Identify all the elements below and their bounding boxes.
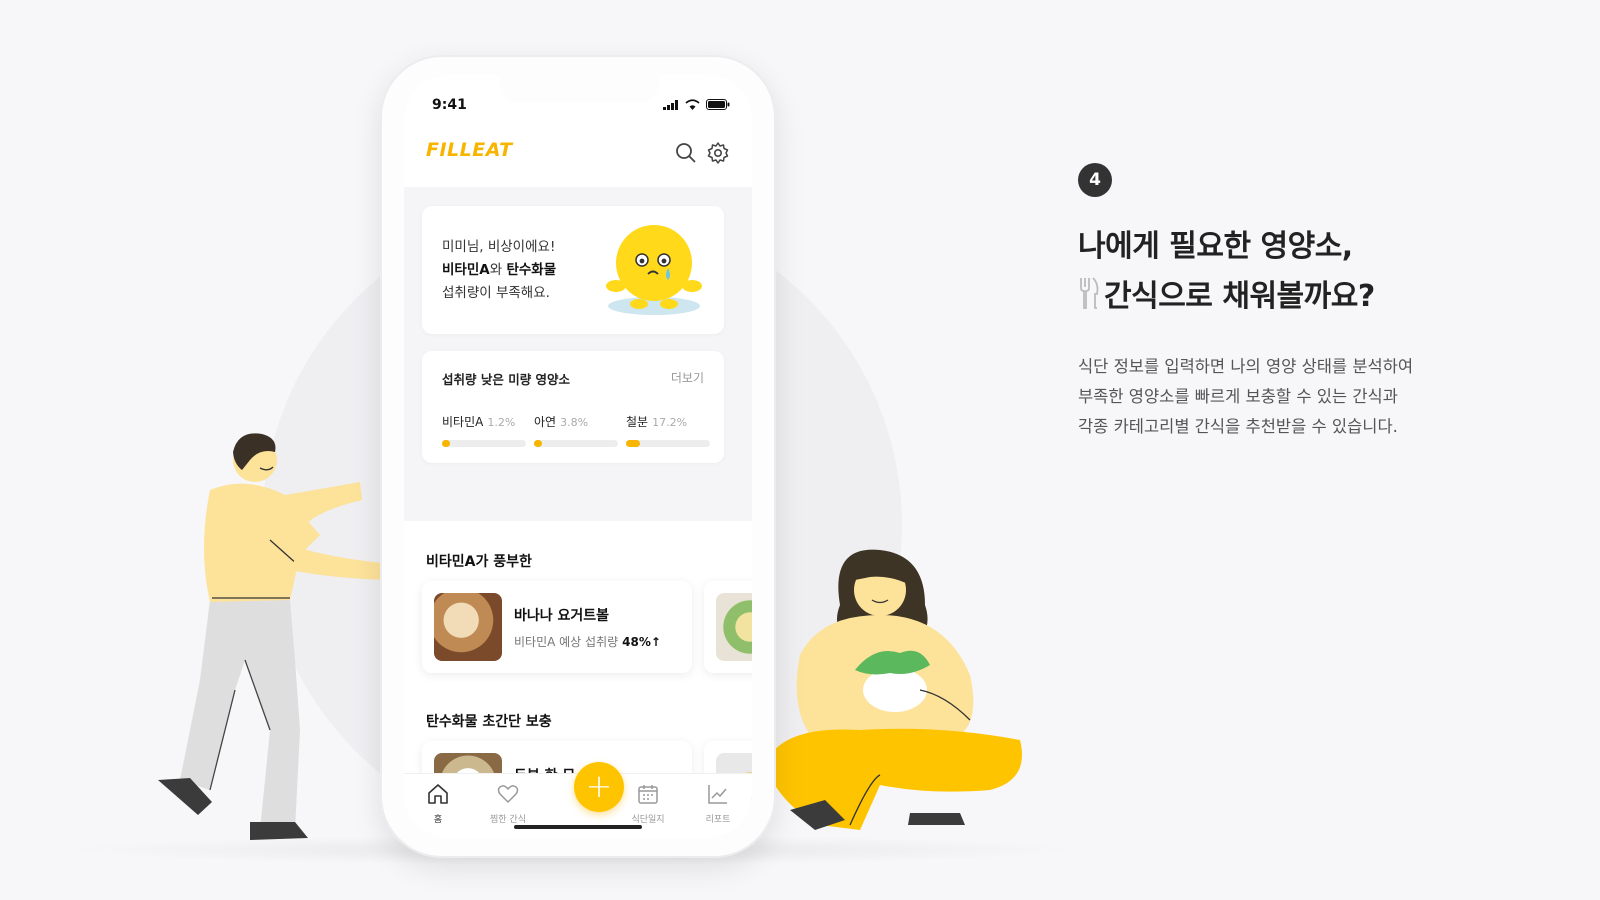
calendar-icon <box>638 785 658 804</box>
description: 식단 정보를 입력하면 나의 영양 상태를 분석하여 부족한 영양소를 빠르게 … <box>1078 357 1414 436</box>
alert-message: 미미님, 비상이에요! 비타민A와 탄수화물 섭취량이 부족해요. <box>442 239 557 301</box>
more-link[interactable]: 더보기 <box>671 369 704 386</box>
tab-diet-diary[interactable]: 식단일지 <box>618 782 678 825</box>
food-card-next[interactable] <box>704 581 752 673</box>
food-name: 바나나 요거트볼 <box>514 608 610 624</box>
fork-knife-icon <box>1080 277 1099 309</box>
food-nutrient-value: 48%↑ <box>622 635 661 649</box>
phone-mockup: 9:41 FILLEAT 미미님, 비상이에요! 비타민A와 탄수화물 섭취량이… <box>380 55 776 858</box>
deficient-nutrients-card: 섭취량 낮은 미량 영양소 더보기 비타민A 1.2% 아연 3.8% 철분 17.2… <box>422 351 724 463</box>
signal-icon <box>663 100 678 110</box>
food-thumbnail <box>434 593 502 661</box>
nutrient-progress-bar <box>534 440 618 447</box>
nutrient-progress-bar <box>626 440 710 447</box>
heart-icon <box>497 785 519 803</box>
alert-nutrient-a: 비타민A <box>442 262 490 278</box>
nutrient-item-vitamin-a: 비타민A 1.2% <box>442 411 526 447</box>
crying-mascot-icon <box>606 225 702 315</box>
deficient-title: 섭취량 낮은 미량 영양소 <box>442 372 571 387</box>
app-header: FILLEAT <box>404 125 752 187</box>
chart-icon <box>708 785 727 804</box>
nutrition-alert-card[interactable]: 미미님, 비상이에요! 비타민A와 탄수화물 섭취량이 부족해요. <box>422 206 724 334</box>
food-card-banana-yogurt[interactable]: 바나나 요거트볼 비타민A 예상 섭취량 48%↑ <box>422 581 692 673</box>
step-badge: 4 <box>1078 163 1112 197</box>
food-nutrient-info: 비타민A 예상 섭취량 48%↑ <box>514 635 661 649</box>
phone-notch <box>499 75 659 103</box>
nutrient-progress-fill <box>626 440 641 447</box>
home-icon <box>428 784 448 804</box>
food-thumbnail <box>716 593 752 661</box>
tab-favorite-snacks[interactable]: 찜한 간식 <box>478 782 538 825</box>
wifi-icon <box>685 99 700 110</box>
gear-icon[interactable] <box>706 141 730 165</box>
headline: 나에게 필요한 영양소, 간식으로 채워볼까요? <box>1078 229 1375 314</box>
woman-illustration <box>765 549 1022 830</box>
battery-icon <box>706 99 730 110</box>
phone-screen: 9:41 FILLEAT 미미님, 비상이에요! 비타민A와 탄수화물 섭취량이… <box>404 75 752 838</box>
nutrient-progress-bar <box>442 440 526 447</box>
add-button[interactable]: + <box>574 762 624 812</box>
app-logo: FILLEAT <box>426 139 513 161</box>
home-indicator <box>514 825 642 829</box>
tab-report[interactable]: 리포트 <box>688 782 748 825</box>
tab-home[interactable]: 홈 <box>408 782 468 825</box>
section-title-carbs: 탄수화물 초간단 보충 <box>426 714 552 730</box>
nutrient-item-iron: 철분 17.2% <box>626 411 710 447</box>
alert-nutrient-b: 탄수화물 <box>506 262 557 278</box>
nutrient-progress-fill <box>442 440 451 447</box>
status-time: 9:41 <box>432 97 467 113</box>
nutrient-item-zinc: 아연 3.8% <box>534 411 618 447</box>
search-icon[interactable] <box>674 141 698 165</box>
section-title-vitamin-a: 비타민A가 풍부한 <box>426 554 532 570</box>
nutrient-progress-fill <box>534 440 543 447</box>
